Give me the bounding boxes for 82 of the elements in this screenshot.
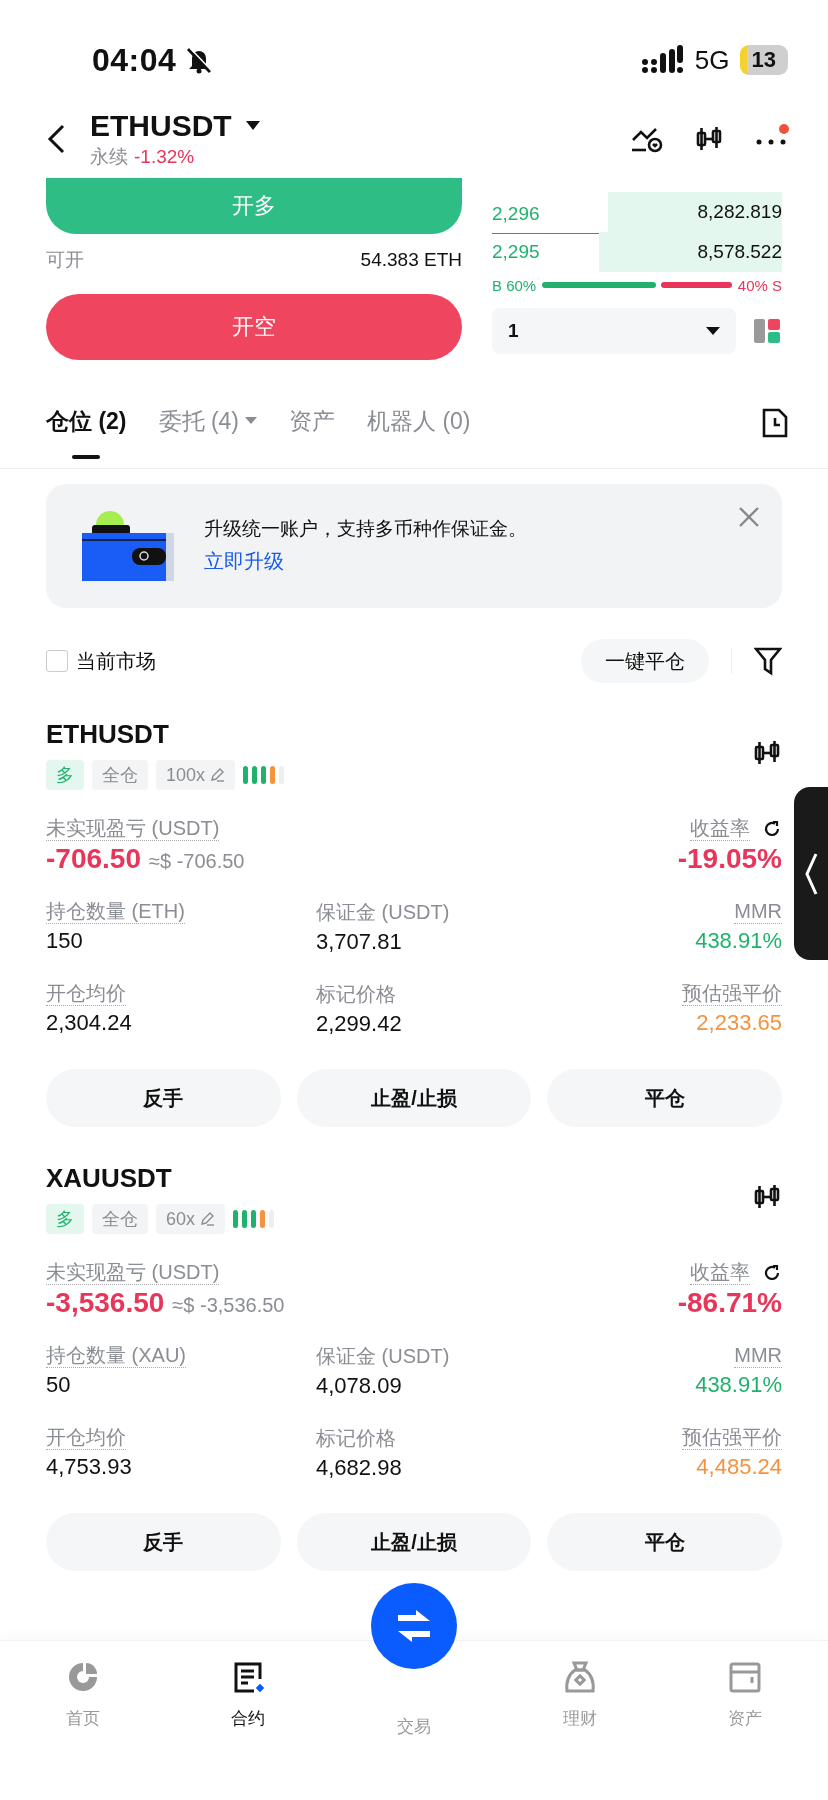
buy-ratio: B 60% — [492, 276, 537, 294]
status-time: 04:04 — [92, 41, 177, 79]
pencil-icon[interactable] — [209, 767, 226, 783]
tab[interactable]: 仓位 (2) — [46, 403, 127, 459]
refresh-icon[interactable] — [762, 1262, 782, 1283]
action-button[interactable]: 平仓 — [547, 1513, 782, 1571]
history-icon[interactable] — [760, 407, 790, 439]
pnl-value: -706.50 — [46, 842, 141, 876]
pnl-label: 未实现盈亏 (USDT) — [46, 816, 220, 841]
side-drawer-handle[interactable] — [794, 787, 828, 960]
field-value: 4,682.98 — [316, 1454, 402, 1482]
layout-icon[interactable] — [752, 316, 782, 346]
field-label: 保证金 (USDT) — [316, 1344, 450, 1369]
field-label: 开仓均价 — [46, 981, 126, 1006]
field-label: 保证金 (USDT) — [316, 900, 450, 925]
field-label: 标记价格 — [316, 982, 396, 1007]
roe-label: 收益率 — [690, 1260, 750, 1285]
refresh-icon[interactable] — [762, 818, 782, 839]
side-tag: 多 — [46, 1204, 84, 1234]
signal-icon — [640, 45, 683, 75]
position-symbol: XAUUSDT — [46, 1162, 173, 1195]
sell-ratio-bar — [660, 282, 732, 288]
close-icon[interactable] — [738, 506, 760, 528]
caret-icon[interactable] — [245, 121, 260, 131]
side-tag: 多 — [46, 760, 84, 790]
banner-text: 升级统一账户，支持多币种作保证金。 — [204, 517, 527, 541]
field-value: 4,753.93 — [46, 1453, 132, 1481]
available-value: 54.383 ETH — [360, 249, 462, 271]
action-button[interactable]: 止盈/止损 — [296, 1069, 532, 1127]
bid-amount: 8,578.522 — [697, 241, 782, 263]
pnl-value: -3,536.50 — [46, 1286, 165, 1320]
depth-select[interactable]: 1 — [492, 308, 736, 354]
roe-value: -86.71% — [677, 1286, 782, 1320]
field-value: 4,485.24 — [696, 1453, 782, 1481]
network-label: 5G — [694, 44, 730, 76]
caret-icon[interactable] — [706, 326, 720, 336]
field-label: 预估强平价 — [682, 981, 782, 1006]
sell-ratio: 40% S — [737, 276, 782, 294]
roe-value: -19.05% — [677, 842, 782, 876]
margin-mode-tag: 全仓 — [92, 760, 148, 790]
action-button[interactable]: 反手 — [46, 1069, 281, 1127]
field-label: 标记价格 — [316, 1426, 396, 1451]
field-value: 2,299.42 — [316, 1010, 402, 1038]
roe-label: 收益率 — [690, 816, 750, 841]
position-symbol: ETHUSDT — [46, 718, 170, 751]
field-label: MMR — [734, 1343, 782, 1368]
field-label: 持仓数量 (XAU) — [46, 1343, 186, 1368]
pnl-usd-value: ≈$ -706.50 — [148, 850, 245, 873]
field-value: 2,304.24 — [46, 1009, 132, 1037]
battery-indicator: 13 — [739, 45, 788, 75]
price-change: -1.32% — [134, 145, 195, 169]
field-value: 3,707.81 — [316, 928, 402, 956]
back-icon[interactable] — [46, 123, 66, 155]
action-button[interactable]: 平仓 — [547, 1069, 782, 1127]
action-button[interactable]: 反手 — [46, 1513, 281, 1571]
field-value: 438.91% — [695, 1371, 782, 1399]
nav-tab[interactable]: 合约 — [165, 1659, 332, 1749]
upgrade-link[interactable]: 立即升级 — [204, 544, 284, 578]
field-value: 4,078.09 — [316, 1372, 402, 1400]
bid-amount: 8,282.819 — [697, 201, 782, 223]
open-short-button[interactable]: 开空 — [46, 294, 462, 360]
field-value: 2,233.65 — [696, 1009, 782, 1037]
checkbox[interactable] — [46, 650, 68, 672]
field-value: 150 — [46, 927, 83, 955]
margin-mode-tag: 全仓 — [92, 1204, 148, 1234]
pencil-icon[interactable] — [199, 1211, 216, 1227]
field-label: 开仓均价 — [46, 1425, 126, 1450]
field-label: 持仓数量 (ETH) — [46, 899, 185, 924]
field-label: 预估强平价 — [682, 1425, 782, 1450]
available-label: 可开 — [46, 248, 84, 272]
bid-price: 2,295 — [492, 241, 540, 263]
field-label: MMR — [734, 899, 782, 924]
pnl-usd-value: ≈$ -3,536.50 — [172, 1294, 285, 1317]
symbol-title[interactable]: ETHUSDT — [90, 108, 232, 144]
filter-icon[interactable] — [754, 646, 782, 676]
pnl-label: 未实现盈亏 (USDT) — [46, 1260, 220, 1285]
action-button[interactable]: 止盈/止损 — [296, 1513, 532, 1571]
close-all-button[interactable]: 一键平仓 — [581, 639, 709, 683]
field-value: 50 — [46, 1371, 71, 1399]
field-value: 438.91% — [695, 927, 782, 955]
contract-type: 永续 — [90, 145, 128, 169]
checkbox-label[interactable]: 当前市场 — [76, 647, 156, 675]
